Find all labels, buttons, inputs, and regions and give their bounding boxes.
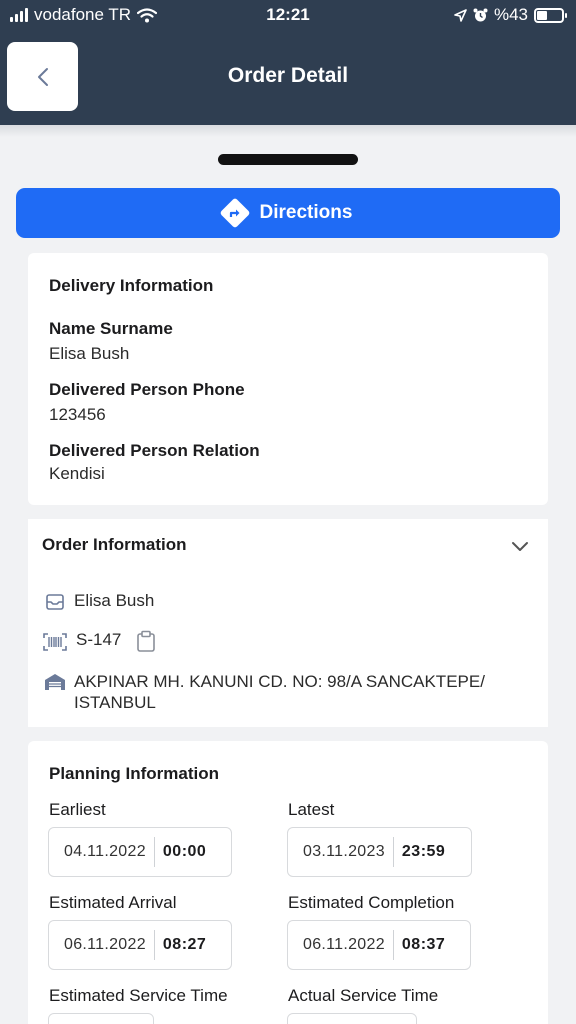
status-bar: vodafone TR 12:21 %43 xyxy=(0,0,576,30)
estimated-arrival-label: Estimated Arrival xyxy=(49,893,177,912)
chevron-down-icon[interactable] xyxy=(511,541,529,553)
delivered-person-relation-label: Delivered Person Relation xyxy=(49,441,260,460)
delivery-information-title: Delivery Information xyxy=(49,276,214,295)
delivery-information-card: Delivery Information Name Surname Elisa … xyxy=(28,253,548,505)
delivered-person-phone-value: 123456 xyxy=(49,405,106,424)
battery-percent: %43 xyxy=(493,5,528,24)
inbox-icon xyxy=(44,591,66,611)
estimated-completion-date: 06.11.2022 xyxy=(303,936,385,953)
location-arrow-icon xyxy=(454,8,467,22)
order-code: S-147 xyxy=(76,630,122,649)
directions-label: Directions xyxy=(259,202,353,223)
warehouse-icon xyxy=(44,671,66,691)
latest-label: Latest xyxy=(288,800,335,819)
barcode-icon xyxy=(42,630,68,652)
latest-date: 03.11.2023 xyxy=(303,843,385,860)
sheet-drag-handle[interactable] xyxy=(218,154,358,165)
name-surname-value: Elisa Bush xyxy=(49,344,130,363)
directions-button[interactable]: Directions xyxy=(16,188,560,238)
estimated-service-time-field[interactable] xyxy=(48,1013,154,1024)
estimated-arrival-date: 06.11.2022 xyxy=(64,936,146,953)
order-address-row: AKPINAR MH. KANUNI CD. NO: 98/A SANCAKTE… xyxy=(44,671,524,713)
actual-service-time-label: Actual Service Time xyxy=(288,986,439,1005)
planning-information-card: Planning Information Earliest 04.11.2022… xyxy=(28,741,548,1024)
nav-header: Order Detail xyxy=(0,30,576,125)
battery-icon xyxy=(534,7,567,23)
directions-icon xyxy=(218,197,251,229)
earliest-label: Earliest xyxy=(49,800,106,819)
estimated-service-time-label: Estimated Service Time xyxy=(49,986,228,1005)
estimated-completion-time: 08:37 xyxy=(401,936,446,953)
latest-datetime-field[interactable]: 03.11.2023 23:59 xyxy=(287,827,472,877)
delivered-person-phone-label: Delivered Person Phone xyxy=(49,380,245,399)
estimated-completion-label: Estimated Completion xyxy=(288,893,455,912)
delivered-person-relation-value: Kendisi xyxy=(49,464,105,483)
order-recipient-row: Elisa Bush xyxy=(44,591,154,611)
alarm-icon xyxy=(473,8,488,21)
earliest-datetime-field[interactable]: 04.11.2022 00:00 xyxy=(48,827,232,877)
estimated-arrival-datetime-field[interactable]: 06.11.2022 08:27 xyxy=(48,920,232,970)
planning-information-title: Planning Information xyxy=(49,764,219,783)
name-surname-label: Name Surname xyxy=(49,319,173,338)
estimated-completion-datetime-field[interactable]: 06.11.2022 08:37 xyxy=(287,920,471,970)
order-recipient-name: Elisa Bush xyxy=(74,591,155,610)
order-detail-sheet: Directions Delivery Information Name Sur… xyxy=(0,125,576,1024)
order-information-title: Order Information xyxy=(42,535,187,554)
earliest-date: 04.11.2022 xyxy=(64,843,146,860)
earliest-time: 00:00 xyxy=(162,843,207,860)
order-code-row: S-147 xyxy=(42,630,157,652)
clipboard-icon[interactable] xyxy=(135,630,157,652)
page-title: Order Detail xyxy=(227,64,349,87)
latest-time: 23:59 xyxy=(401,843,446,860)
estimated-arrival-time: 08:27 xyxy=(162,936,207,953)
actual-service-time-field[interactable] xyxy=(287,1013,417,1024)
status-right: %43 xyxy=(454,5,567,25)
order-address: AKPINAR MH. KANUNI CD. NO: 98/A SANCAKTE… xyxy=(74,672,485,712)
